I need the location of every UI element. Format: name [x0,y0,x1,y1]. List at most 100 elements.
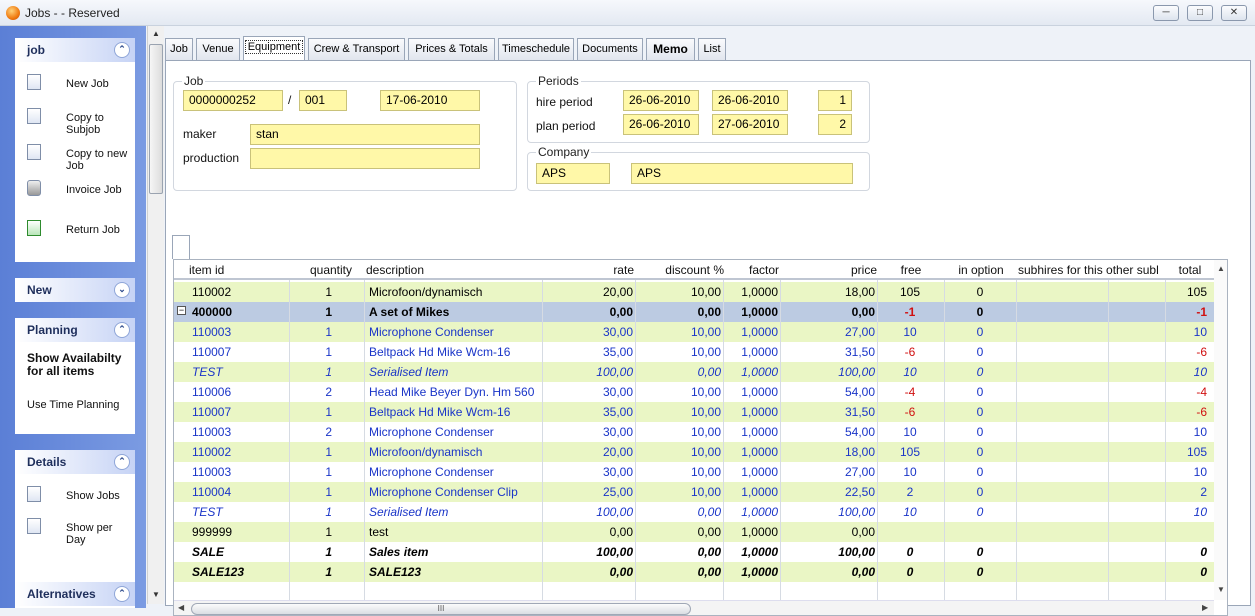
cell-factor[interactable]: 1,0000 [724,525,778,539]
column-header-free[interactable]: free [879,263,943,277]
cell-factor[interactable]: 1,0000 [724,565,778,579]
hire-to-field[interactable]: 26-06-2010 [712,90,788,111]
grid-horizontal-scrollbar[interactable]: ◀ III ▶ [174,600,1214,615]
table-row[interactable]: 110007 1 Beltpack Hd Mike Wcm-16 35,00 10,00… [174,402,1214,422]
scroll-up-arrow-icon[interactable]: ▲ [152,29,160,38]
cell-quantity[interactable]: 1 [290,285,332,299]
cell-rate[interactable]: 0,00 [544,525,633,539]
cell-discount[interactable]: 0,00 [636,305,721,319]
return-job-link[interactable]: Return Job [15,220,135,244]
cell-free[interactable]: 10 [878,325,942,339]
cell-rate[interactable]: 30,00 [544,325,633,339]
cell-total[interactable]: 105 [1166,285,1207,299]
column-header-description[interactable]: description [366,263,536,277]
tab-prices-totals[interactable]: Prices & Totals [408,38,495,60]
cell-quantity[interactable]: 1 [290,525,332,539]
table-row[interactable]: 110003 2 Microphone Condenser 30,00 10,00 1,0… [174,422,1214,442]
cell-total[interactable]: 10 [1166,365,1207,379]
cell-discount[interactable]: 0,00 [636,505,721,519]
horizontal-scrollbar-thumb[interactable]: III [191,603,691,615]
cell-in-option[interactable]: 0 [945,305,1015,319]
cell-quantity[interactable]: 1 [290,325,332,339]
table-row[interactable]: 110004 1 Microphone Condenser Clip 25,00 10,… [174,482,1214,502]
expand-icon[interactable]: ⌄ [114,282,130,298]
collapse-row-icon[interactable]: − [177,306,186,315]
cell-factor[interactable]: 1,0000 [724,385,778,399]
table-row[interactable]: −400000 1 A set of Mikes 0,00 0,00 1,0000 0,00… [174,302,1214,322]
cell-factor[interactable]: 1,0000 [724,305,778,319]
cell-discount[interactable]: 0,00 [636,565,721,579]
cell-item-id[interactable]: TEST [192,505,282,519]
cell-free[interactable]: 0 [878,565,942,579]
cell-item-id[interactable]: 110007 [192,405,282,419]
tab-job[interactable]: Job [165,38,193,60]
copy-to-new-job-link[interactable]: Copy to new Job [15,144,135,174]
cell-description[interactable]: Head Mike Beyer Dyn. Hm 560 [369,385,541,399]
cell-total[interactable]: 10 [1166,505,1207,519]
collapse-icon[interactable]: ⌃ [114,454,130,470]
cell-quantity[interactable]: 1 [290,345,332,359]
cell-item-id[interactable]: 110006 [192,385,282,399]
close-button[interactable]: ✕ [1221,5,1247,21]
cell-factor[interactable]: 1,0000 [724,485,778,499]
minimize-button[interactable]: ─ [1153,5,1179,21]
cell-item-id[interactable]: SALE [192,545,282,559]
job-number-field[interactable]: 0000000252 [183,90,283,111]
cell-rate[interactable]: 20,00 [544,445,633,459]
cell-discount[interactable]: 10,00 [636,325,721,339]
cell-price[interactable]: 27,00 [781,325,875,339]
cell-item-id[interactable]: SALE123 [192,565,282,579]
cell-item-id[interactable]: 110003 [192,465,282,479]
cell-item-id[interactable]: 110007 [192,345,282,359]
cell-price[interactable]: 0,00 [781,525,875,539]
table-row[interactable]: 110003 1 Microphone Condenser 30,00 10,00 1,0… [174,462,1214,482]
cell-rate[interactable]: 35,00 [544,345,633,359]
scroll-up-arrow-icon[interactable]: ▲ [1217,264,1225,273]
cell-description[interactable]: Microphone Condenser [369,425,541,439]
cell-price[interactable]: 54,00 [781,425,875,439]
table-row[interactable]: 110002 1 Microfoon/dynamisch 20,00 10,00 1,00… [174,282,1214,302]
table-row[interactable]: TEST 1 Serialised Item 100,00 0,00 1,0000 100,… [174,362,1214,382]
cell-item-id[interactable]: TEST [192,365,282,379]
cell-in-option[interactable]: 0 [945,325,1015,339]
cell-quantity[interactable]: 1 [290,365,332,379]
job-date-field[interactable]: 17-06-2010 [380,90,480,111]
column-header-total[interactable]: total [1167,263,1213,277]
cell-description[interactable]: Beltpack Hd Mike Wcm-16 [369,405,541,419]
cell-total[interactable]: 10 [1166,325,1207,339]
cell-factor[interactable]: 1,0000 [724,325,778,339]
invoice-job-link[interactable]: Invoice Job [15,180,135,210]
cell-rate[interactable]: 20,00 [544,285,633,299]
cell-item-id[interactable]: 110004 [192,485,282,499]
cell-item-id[interactable]: 400000 [192,305,282,319]
tab-timeschedule[interactable]: Timeschedule [498,38,574,60]
cell-quantity[interactable]: 1 [290,505,332,519]
cell-total[interactable]: 10 [1166,425,1207,439]
new-panel-header[interactable]: New ⌄ [15,278,135,302]
cell-factor[interactable]: 1,0000 [724,285,778,299]
table-row[interactable]: 999999 1 test 0,00 0,00 1,0000 0,00 [174,522,1214,542]
cell-discount[interactable]: 10,00 [636,385,721,399]
cell-price[interactable]: 18,00 [781,285,875,299]
maker-field[interactable]: stan [250,124,480,145]
cell-in-option[interactable]: 0 [945,465,1015,479]
cell-rate[interactable]: 25,00 [544,485,633,499]
cell-item-id[interactable]: 110003 [192,325,282,339]
cell-discount[interactable]: 10,00 [636,405,721,419]
cell-factor[interactable]: 1,0000 [724,365,778,379]
cell-item-id[interactable]: 110002 [192,445,282,459]
cell-description[interactable]: Serialised Item [369,505,541,519]
cell-factor[interactable]: 1,0000 [724,405,778,419]
tab-memo[interactable]: Memo [646,38,695,60]
collapse-icon[interactable]: ⌃ [114,42,130,58]
alternatives-panel-header[interactable]: Alternatives ⌃ [15,582,135,606]
cell-description[interactable]: Beltpack Hd Mike Wcm-16 [369,345,541,359]
cell-free[interactable]: 105 [878,285,942,299]
cell-price[interactable]: 18,00 [781,445,875,459]
cell-rate[interactable]: 100,00 [544,505,633,519]
cell-description[interactable]: Sales item [369,545,541,559]
cell-quantity[interactable]: 1 [290,565,332,579]
cell-quantity[interactable]: 2 [290,425,332,439]
hire-from-field[interactable]: 26-06-2010 [623,90,699,111]
cell-quantity[interactable]: 2 [290,385,332,399]
